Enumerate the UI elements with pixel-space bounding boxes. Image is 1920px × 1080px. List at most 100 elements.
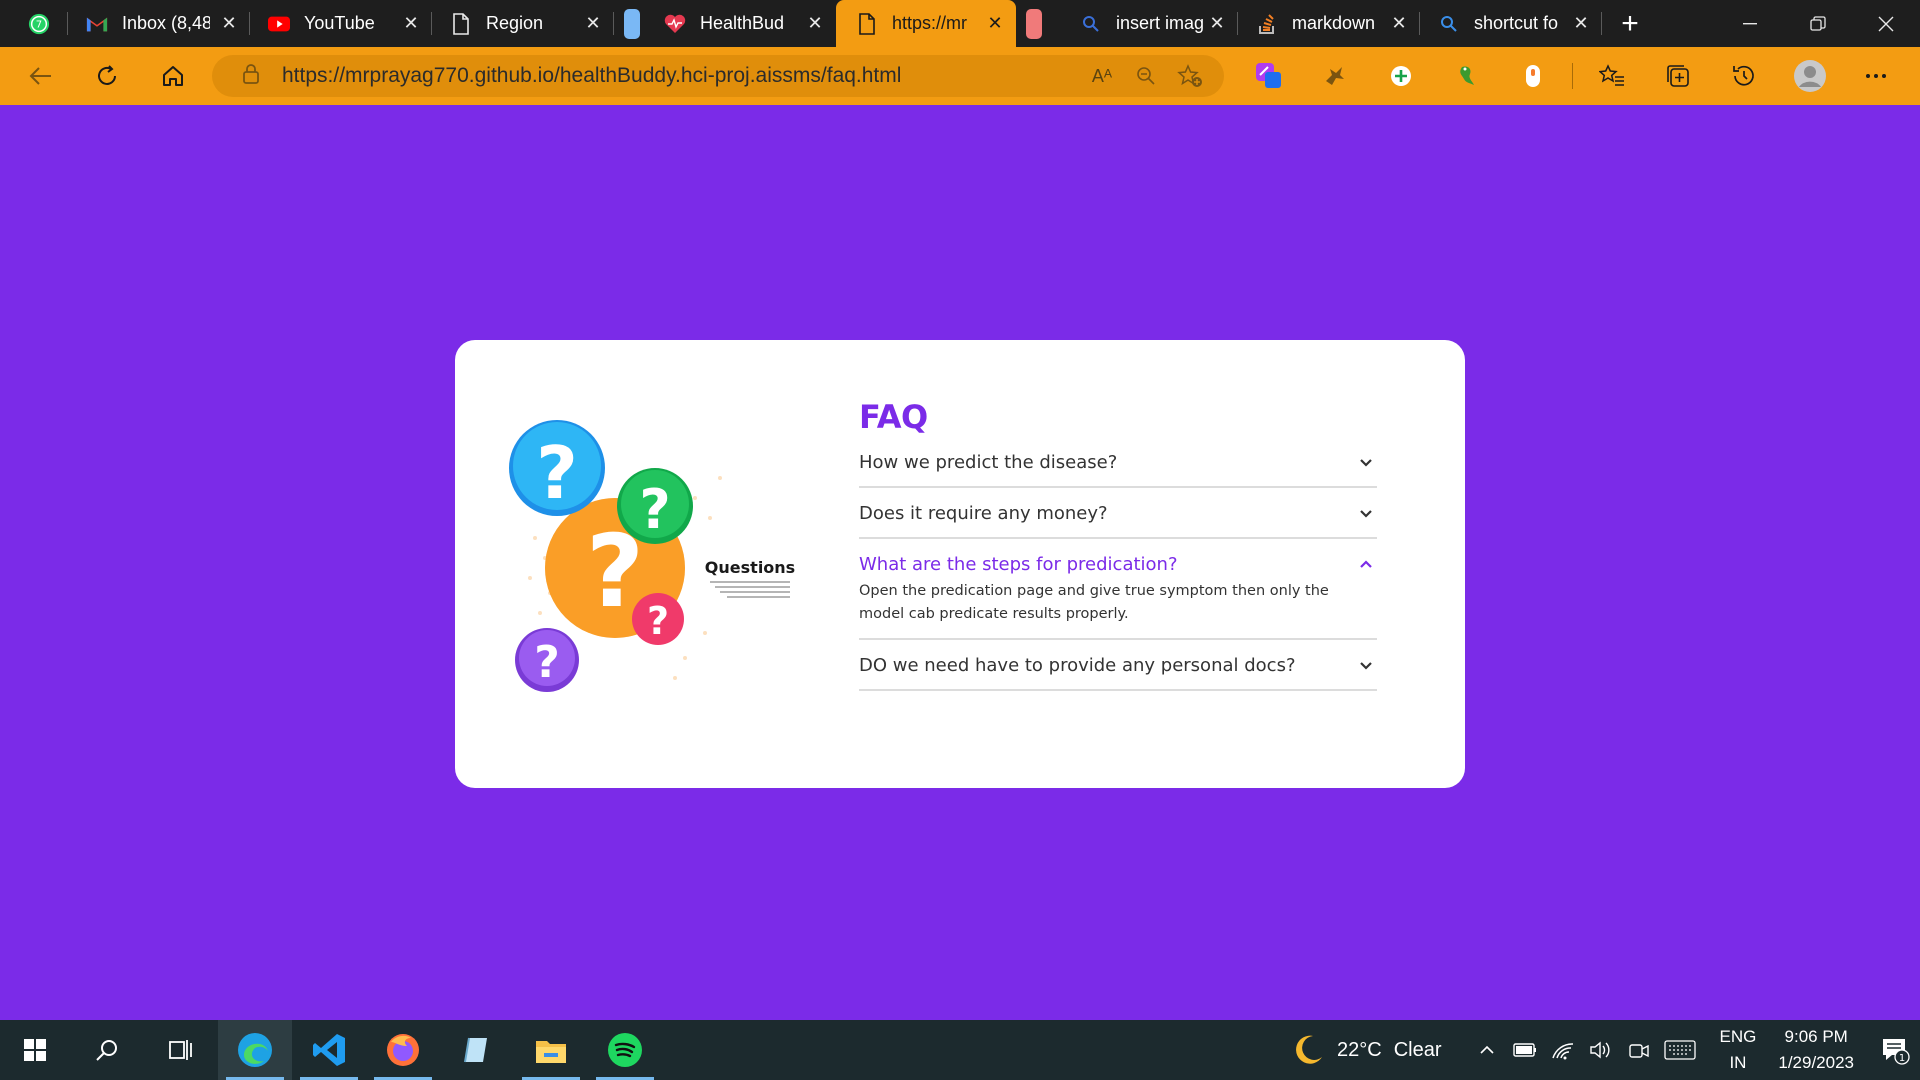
faq-answer: Open the predication page and give true … [859, 583, 1329, 622]
extension-multicolor-icon[interactable] [1236, 47, 1302, 105]
restore-icon[interactable] [1784, 0, 1852, 47]
close-icon[interactable]: ✕ [1388, 13, 1410, 34]
battery-icon[interactable] [1506, 1043, 1544, 1057]
toolbar-divider [1572, 63, 1573, 89]
tab-gmail[interactable]: Inbox (8,48 ✕ [68, 0, 250, 47]
tab-shortcut[interactable]: shortcut fo ✕ [1420, 0, 1602, 47]
history-button[interactable] [1711, 47, 1777, 105]
question-mark: ? [647, 599, 669, 643]
faq-question[interactable]: What are the steps for predication? [859, 552, 1377, 576]
tab-insert-image[interactable]: insert imag ✕ [1056, 0, 1238, 47]
taskbar-firefox[interactable] [366, 1020, 440, 1080]
faq-item[interactable]: DO we need have to provide any personal … [859, 653, 1377, 691]
faq-question-text: What are the steps for predication? [859, 553, 1178, 575]
task-view-button[interactable] [144, 1020, 218, 1080]
chevron-down-icon[interactable] [1355, 458, 1377, 467]
add-favorite-icon[interactable] [1168, 64, 1212, 88]
close-icon[interactable]: ✕ [218, 13, 240, 34]
taskbar-spotify[interactable] [588, 1020, 662, 1080]
tab-faq-active[interactable]: https://mr ✕ [836, 0, 1016, 47]
back-arrow-icon [29, 67, 51, 85]
windows-icon [24, 1039, 46, 1061]
zoom-icon[interactable] [1124, 66, 1168, 86]
volume-icon[interactable] [1582, 1040, 1620, 1060]
taskbar-edge[interactable] [218, 1020, 292, 1080]
whatsapp-icon: 7 [28, 13, 50, 35]
extension-plus-icon[interactable] [1368, 47, 1434, 105]
refresh-button[interactable] [74, 47, 140, 105]
window-controls [1716, 0, 1920, 47]
tab-title: Inbox (8,48 [122, 13, 210, 33]
close-window-icon[interactable] [1852, 0, 1920, 47]
chevron-down-icon[interactable] [1355, 509, 1377, 518]
question-mark: ? [639, 478, 670, 541]
tab-healthbuddy[interactable]: HealthBud ✕ [654, 0, 836, 47]
url-text[interactable]: https://mrprayag770.github.io/healthBudd… [282, 64, 1080, 88]
notification-center-button[interactable]: 1 [1870, 1035, 1920, 1065]
weather-widget[interactable]: 22°C Clear [1291, 1033, 1442, 1067]
search-button[interactable] [70, 1020, 144, 1080]
close-icon[interactable]: ✕ [582, 13, 604, 34]
taskbar-vscode[interactable] [292, 1020, 366, 1080]
close-icon[interactable]: ✕ [400, 13, 422, 34]
close-icon[interactable]: ✕ [1206, 13, 1228, 34]
start-button[interactable] [0, 1020, 70, 1080]
caption-lorem-lines [710, 581, 790, 598]
search-icon [96, 1040, 117, 1061]
back-button[interactable] [8, 47, 74, 105]
youtube-icon [268, 13, 290, 35]
home-button[interactable] [140, 47, 206, 105]
tab-region[interactable]: Region ✕ [432, 0, 614, 47]
tab-markdown[interactable]: markdown ✕ [1238, 0, 1420, 47]
collections-button[interactable] [1645, 47, 1711, 105]
chevron-up-icon[interactable] [1355, 559, 1377, 569]
tab-youtube[interactable]: YouTube ✕ [250, 0, 432, 47]
refresh-icon [98, 65, 116, 85]
tab-group-blue[interactable] [614, 0, 654, 47]
tab-title: Region [486, 13, 544, 33]
keyboard-icon[interactable] [1658, 1040, 1702, 1060]
faq-item[interactable]: How we predict the disease? [859, 450, 1377, 488]
close-icon[interactable]: ✕ [1570, 13, 1592, 34]
spotify-icon [608, 1033, 642, 1067]
minimize-icon[interactable] [1716, 0, 1784, 47]
close-icon[interactable]: ✕ [804, 13, 826, 34]
extension-mouse-icon[interactable] [1500, 47, 1566, 105]
tab-whatsapp[interactable]: 7 [0, 0, 68, 47]
taskbar-file-explorer[interactable] [514, 1020, 588, 1080]
tab-group-red[interactable] [1016, 0, 1056, 47]
avatar-icon [1794, 60, 1826, 92]
address-bar[interactable]: https://mrprayag770.github.io/healthBudd… [212, 55, 1224, 97]
extension-gecko-icon[interactable] [1434, 47, 1500, 105]
faq-question[interactable]: How we predict the disease? [859, 450, 1377, 474]
faq-section: FAQ How we predict the disease? Does it … [859, 398, 1377, 704]
taskbar-notes[interactable] [440, 1020, 514, 1080]
favorites-button[interactable] [1579, 47, 1645, 105]
close-icon[interactable]: ✕ [984, 13, 1006, 34]
new-tab-button[interactable]: + [1602, 0, 1658, 47]
tab-title: shortcut fo [1474, 13, 1559, 33]
vscode-icon [313, 1034, 345, 1066]
faq-question[interactable]: Does it require any money? [859, 501, 1377, 525]
show-hidden-icons-chevron-up-icon[interactable] [1468, 1045, 1506, 1055]
clock[interactable]: 9:06 PM 1/29/2023 [1778, 1024, 1854, 1076]
stackoverflow-icon [1256, 13, 1278, 35]
profile-button[interactable] [1777, 47, 1843, 105]
faq-question[interactable]: DO we need have to provide any personal … [859, 653, 1377, 677]
chevron-down-icon[interactable] [1355, 661, 1377, 670]
language-indicator[interactable]: ENG IN [1720, 1024, 1757, 1076]
faq-item-expanded[interactable]: What are the steps for predication? Open… [859, 552, 1377, 640]
meet-now-icon[interactable] [1620, 1040, 1658, 1060]
page-icon [450, 12, 472, 35]
faq-item[interactable]: Does it require any money? [859, 501, 1377, 539]
faq-question-text: How we predict the disease? [859, 451, 1118, 473]
lock-icon[interactable] [242, 63, 260, 90]
tab-title: YouTube [304, 13, 375, 33]
wifi-icon[interactable] [1544, 1040, 1582, 1060]
read-aloud-icon[interactable]: Aᴬ [1080, 66, 1124, 87]
browser-toolbar: https://mrprayag770.github.io/healthBudd… [0, 47, 1920, 105]
illustration-caption: Questions [705, 558, 795, 577]
extension-bird-icon[interactable] [1302, 47, 1368, 105]
settings-more-button[interactable] [1843, 47, 1909, 105]
tab-title: HealthBud [700, 13, 785, 33]
